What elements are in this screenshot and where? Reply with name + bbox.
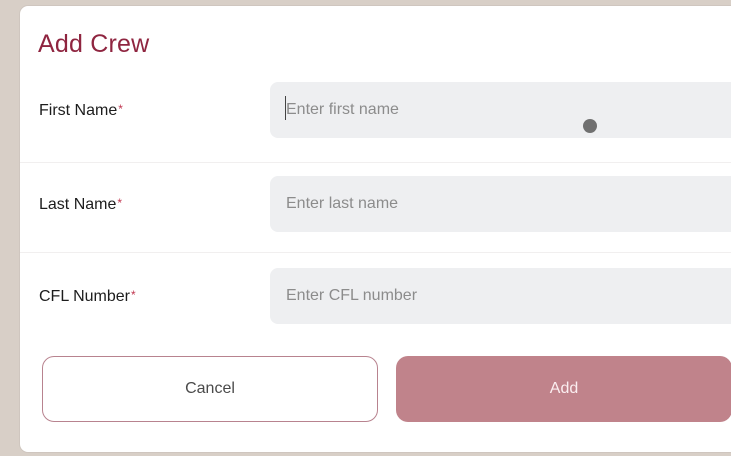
first-name-label-text: First Name [39,102,118,119]
last-name-input[interactable] [270,176,731,232]
dialog-title: Add Crew [38,30,150,58]
cfl-number-label: CFL Number* [39,288,136,306]
row-divider [20,162,731,163]
cfl-number-label-text: CFL Number [39,288,130,305]
text-caret [285,96,286,120]
required-asterisk: * [130,288,136,302]
add-button[interactable]: Add [396,356,731,422]
first-name-label: First Name* [39,102,123,120]
last-name-label-text: Last Name [39,196,117,213]
required-asterisk: * [117,196,123,210]
add-crew-dialog: Add Crew First Name* Last Name* CFL Numb… [20,6,731,452]
cfl-number-input[interactable] [270,268,731,324]
mouse-pointer-indicator [583,119,597,133]
last-name-label: Last Name* [39,196,122,214]
row-divider [20,252,731,253]
required-asterisk: * [118,102,123,116]
cancel-button[interactable]: Cancel [42,356,378,422]
first-name-input[interactable] [270,82,731,138]
